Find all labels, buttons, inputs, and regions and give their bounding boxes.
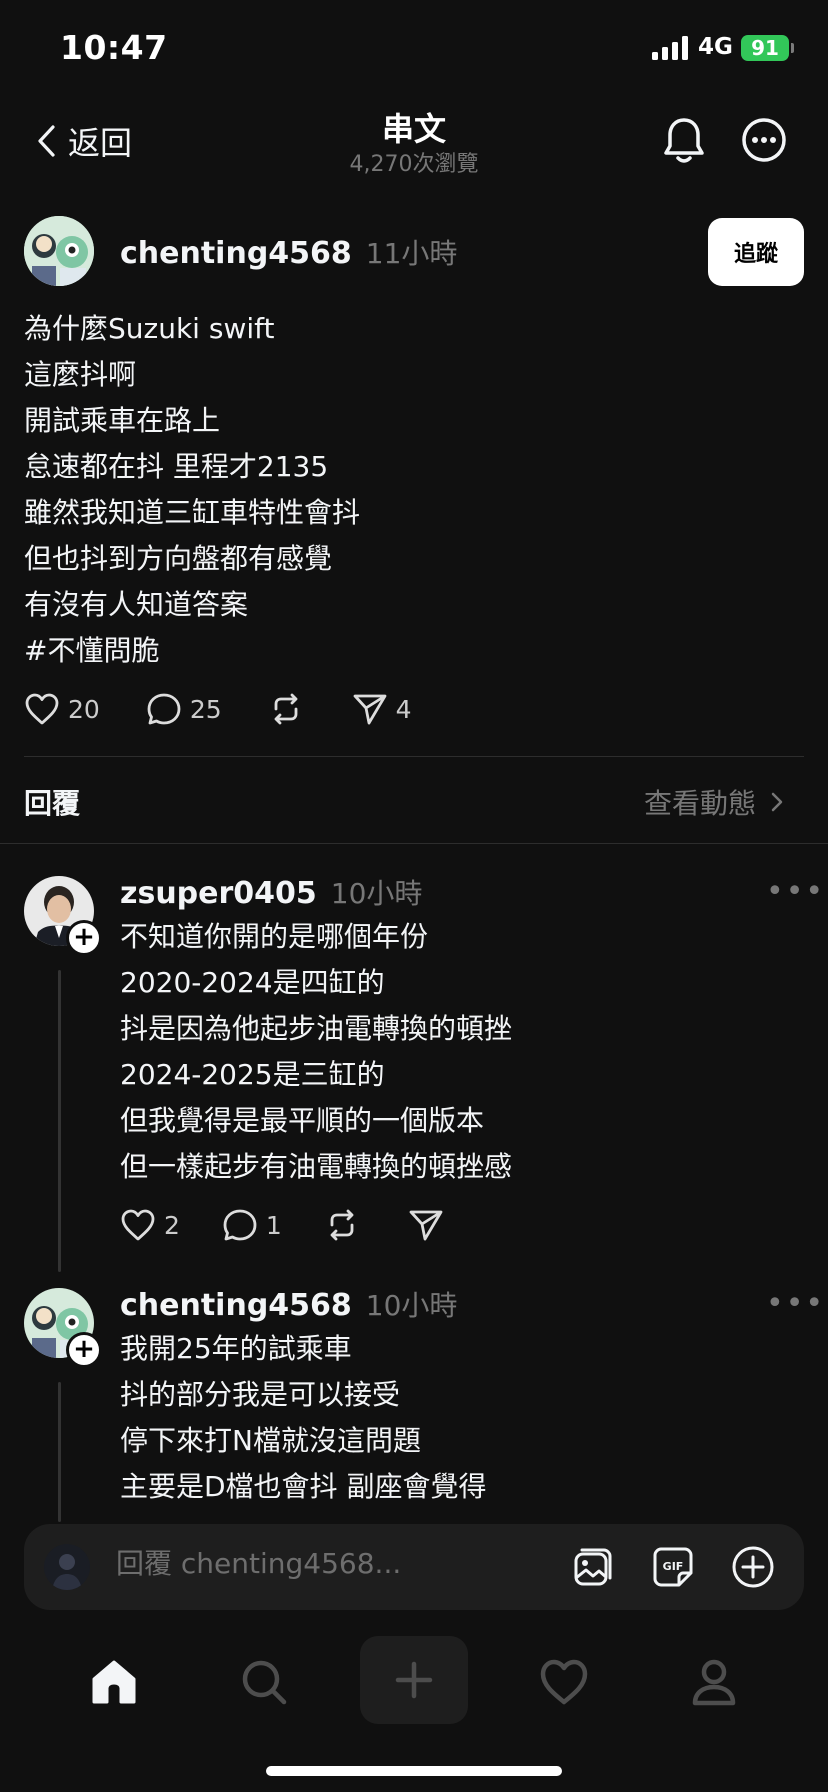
reply-content: 我開25年的試乘車 抖的部分我是可以接受 停下來打N檔就沒這問題 主要是D檔也會… — [120, 1326, 486, 1510]
plus-icon — [395, 1661, 433, 1699]
post-actions: 20 25 4 — [24, 692, 412, 726]
follow-plus-icon[interactable]: + — [66, 920, 102, 956]
like-count: 2 — [164, 1210, 180, 1240]
view-activity-link[interactable]: 查看動態 — [644, 782, 784, 822]
chevron-right-icon — [771, 792, 783, 812]
like-button[interactable]: 2 — [120, 1208, 180, 1242]
send-icon — [409, 1210, 443, 1241]
reply-actions: 2 1 — [120, 1208, 444, 1242]
home-icon[interactable] — [74, 1642, 154, 1722]
home-indicator — [266, 1766, 562, 1776]
reply-line: 抖是因為他起步油電轉換的頓挫 — [120, 1012, 513, 1045]
post-line: 為什麼Suzuki swift — [24, 312, 275, 345]
comment-count: 1 — [265, 1210, 282, 1240]
battery-level: 91 — [751, 36, 779, 60]
status-time: 10:47 — [60, 28, 168, 67]
network-type: 4G — [698, 34, 733, 60]
post-content: 為什麼Suzuki swift 這麼抖啊 開試乘車在路上 怠速都在抖 里程才21… — [24, 306, 360, 674]
hashtag[interactable]: #不懂問脆 — [24, 628, 360, 674]
reply-line: 我開25年的試乘車 — [120, 1332, 352, 1365]
reply-composer: GIF — [24, 1524, 804, 1610]
repost-icon — [330, 1209, 354, 1241]
reply-line: 但一樣起步有油電轉換的頓挫感 — [120, 1150, 513, 1183]
heart-icon — [121, 1209, 155, 1241]
create-post-button[interactable] — [360, 1636, 468, 1724]
post-line: 開試乘車在路上 — [24, 404, 221, 437]
reply-username[interactable]: chenting4568 — [120, 1288, 352, 1323]
share-button[interactable]: 4 — [352, 692, 412, 726]
avatar — [44, 1544, 90, 1590]
post-username[interactable]: chenting4568 — [120, 236, 352, 271]
comment-count: 25 — [189, 694, 222, 724]
thread-line — [58, 1382, 61, 1522]
divider — [0, 843, 828, 844]
repost-button[interactable] — [268, 692, 304, 726]
repost-button[interactable] — [324, 1208, 360, 1242]
post-line: 雖然我知道三缸車特性會抖 — [24, 496, 361, 529]
view-activity-label: 查看動態 — [644, 787, 757, 820]
comment-icon — [223, 1209, 257, 1241]
reply-line: 2020-2024是四缸的 — [120, 966, 385, 999]
bell-icon[interactable] — [660, 114, 708, 168]
reply-meta: zsuper0405 10小時 — [120, 872, 422, 912]
follow-plus-icon[interactable]: + — [66, 1332, 102, 1368]
reply-time: 10小時 — [330, 877, 423, 910]
send-icon — [353, 694, 387, 725]
reply-line: 停下來打N檔就沒這問題 — [120, 1424, 421, 1457]
comment-icon — [147, 693, 181, 725]
battery-icon: 91 — [741, 35, 789, 61]
post-line: 有沒有人知道答案 — [24, 588, 249, 621]
comment-button[interactable]: 25 — [146, 692, 222, 726]
more-options-icon[interactable]: ••• — [766, 874, 825, 909]
repost-icon — [274, 693, 298, 725]
reply-line: 主要是D檔也會抖 副座會覺得 — [120, 1470, 487, 1503]
reply-line: 2024-2025是三缸的 — [120, 1058, 385, 1091]
replies-label: 回覆 — [24, 787, 81, 820]
battery-tip — [791, 43, 794, 53]
profile-icon[interactable] — [674, 1642, 754, 1722]
comment-button[interactable]: 1 — [222, 1208, 282, 1242]
svg-text:GIF: GIF — [663, 1560, 684, 1573]
more-options-icon[interactable] — [740, 116, 788, 164]
reply-line: 但我覺得是最平順的一個版本 — [120, 1104, 485, 1137]
search-icon[interactable] — [224, 1642, 304, 1722]
post-line: 怠速都在抖 里程才2135 — [24, 450, 329, 483]
like-count: 20 — [68, 694, 100, 724]
share-button[interactable] — [408, 1208, 444, 1242]
reply-meta: chenting4568 10小時 — [120, 1284, 457, 1324]
post-line: 但也抖到方向盤都有感覺 — [24, 542, 333, 575]
heart-icon[interactable] — [524, 1642, 604, 1722]
avatar[interactable] — [24, 216, 94, 286]
share-count: 4 — [395, 694, 412, 724]
reply-line: 抖的部分我是可以接受 — [120, 1378, 401, 1411]
signal-icon — [652, 36, 688, 60]
add-circle-icon[interactable] — [730, 1544, 776, 1590]
reply-line: 不知道你開的是哪個年份 — [120, 920, 429, 953]
more-options-icon[interactable]: ••• — [766, 1286, 825, 1321]
reply-input[interactable] — [114, 1546, 518, 1581]
thread-line — [58, 970, 61, 1272]
gif-icon[interactable]: GIF — [650, 1544, 696, 1590]
like-button[interactable]: 20 — [24, 692, 100, 726]
bottom-nav — [0, 1632, 828, 1732]
post-meta: chenting4568 11小時 — [120, 232, 457, 272]
follow-button[interactable]: 追蹤 — [708, 218, 804, 286]
post-line: 這麼抖啊 — [24, 358, 137, 391]
reply-username[interactable]: zsuper0405 — [120, 876, 317, 911]
reply-time: 10小時 — [365, 1289, 458, 1322]
heart-icon — [25, 693, 59, 725]
divider — [24, 756, 804, 757]
image-icon[interactable] — [570, 1544, 616, 1590]
post-time: 11小時 — [365, 237, 458, 270]
reply-content: 不知道你開的是哪個年份 2020-2024是四缸的 抖是因為他起步油電轉換的頓挫… — [120, 914, 512, 1190]
